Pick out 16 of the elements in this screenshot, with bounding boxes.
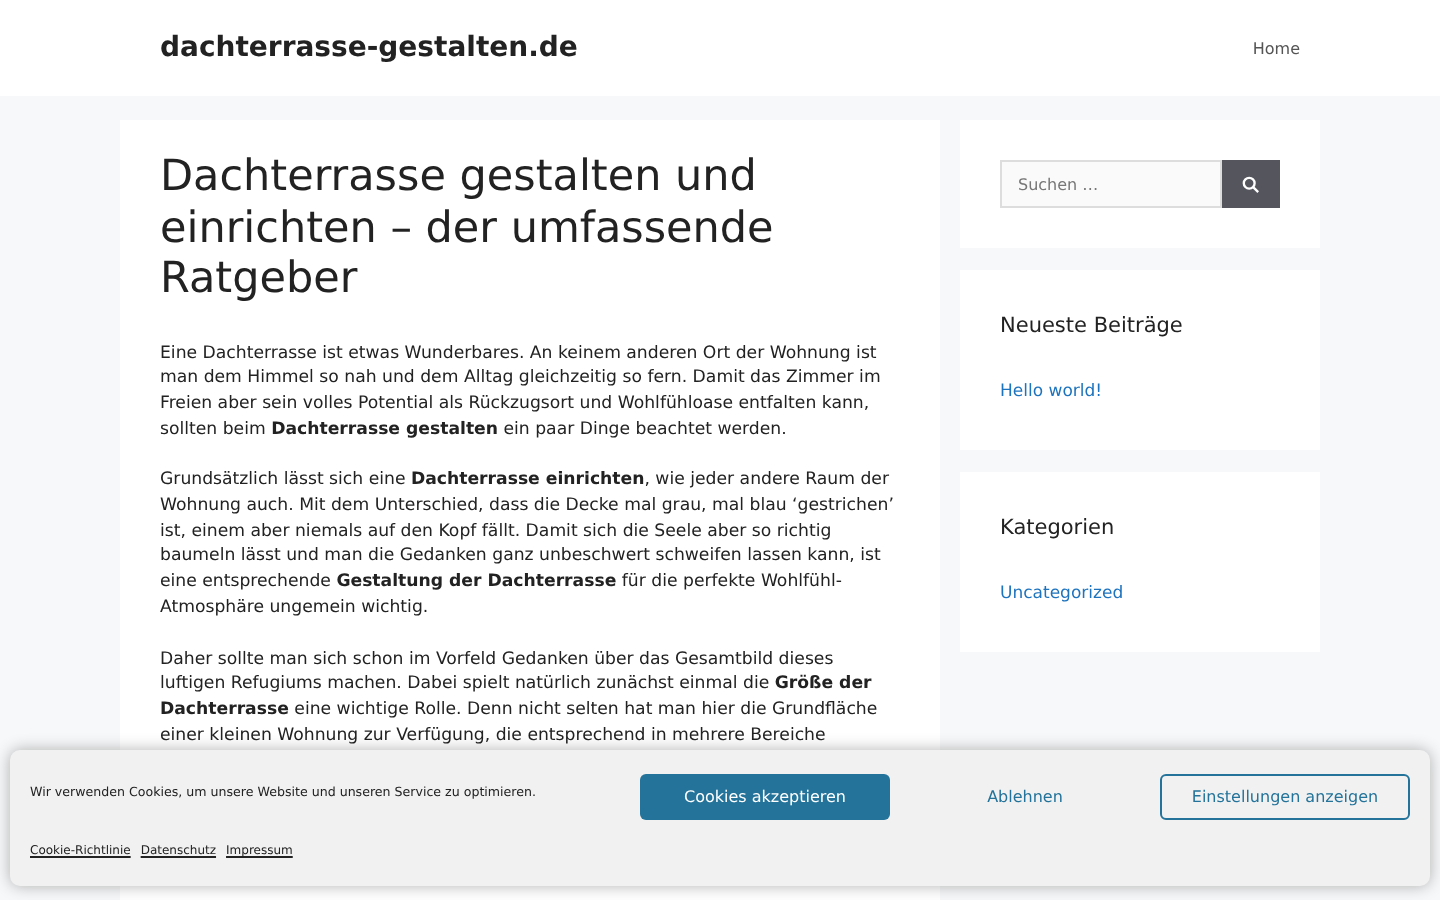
search-button[interactable]	[1222, 160, 1280, 208]
search-icon	[1242, 175, 1260, 193]
article-paragraph: Grundsätzlich lässt sich eine Dachterrasse einrichten, wie jeder andere Raum der Wohnung auch. Mit dem Unterschied, dass die Decke mal grau, mal blau ‘gestrichen’ ist, einem aber niemals auf den Kopf fällt. Damit sich die Seele aber so richtig baumeln lässt und man die Gedanken ganz unbeschwert schweifen lassen kann, ist eine entsprechende Gestaltung der Dachterrasse für die perfekte Wohlfühl-Atmosphäre ungemein wichtig.	[160, 468, 896, 622]
nav-link[interactable]: Home	[1252, 39, 1300, 57]
article-title: Dachterrasse gestalten und einrichten – der umfassende Ratgeber	[160, 152, 776, 305]
article-paragraph: Eine Dachterrasse ist etwas Wunderbares. An keinem anderen Ort der Wohnung ist man dem Himmel so nah und dem Alltag gleichzeitig so fern. Damit das Zimmer im Freien aber sein volles Potential als Rückzugsort und Wohlfühloase entfalten kann, sollten beim Dachterrasse gestalten ein paar Dinge beachtet werden.	[160, 341, 883, 443]
search-field[interactable]: Suchen …	[1000, 160, 1222, 208]
deny-button[interactable]: Ablehnen	[890, 773, 1160, 819]
widget-link[interactable]: Uncategorized	[1000, 584, 1124, 604]
article-paragraph: Daher sollte man sich schon im Vorfeld Gedanken über das Gesamtbild dieses luftigen Refugiums machen. Dabei spielt natürlich zunächst einmal die Größe der Dachterrasse eine wichtige Rolle. Denn nicht selten hat man hier die Grundfläche einer kleinen Wohnung zur Verfügung, die entsprechend in mehrere Bereiche	[160, 647, 880, 749]
widget-heading: Kategorien	[1000, 516, 1117, 540]
widget-link[interactable]: Hello world!	[1000, 382, 1103, 402]
settings-button[interactable]: Einstellungen anzeigen	[1160, 773, 1410, 819]
widget-heading: Neueste Beiträge	[1000, 314, 1185, 338]
accept-button[interactable]: Cookies akzeptieren	[640, 773, 890, 819]
site-title[interactable]: dachterrasse-gestalten.de	[160, 32, 578, 64]
